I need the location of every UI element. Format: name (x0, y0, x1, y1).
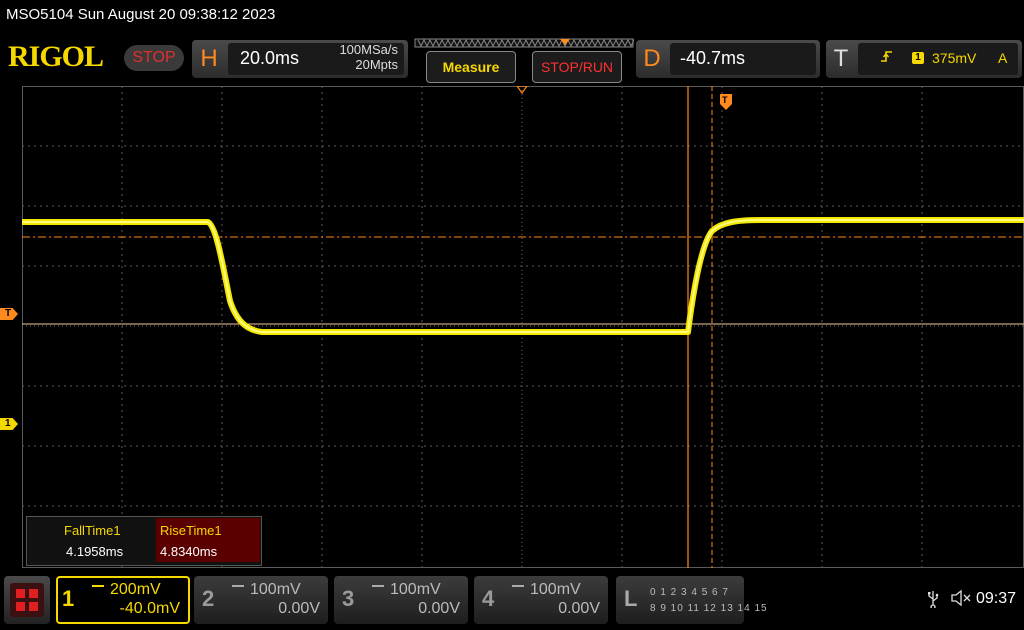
channel-1-scale: 200mV (110, 581, 161, 598)
graticule-border (22, 86, 1024, 568)
main-menu-button[interactable] (4, 576, 50, 624)
measure-button[interactable]: Measure (426, 51, 516, 83)
sample-rate: 100MSa/s (339, 42, 398, 57)
trigger-source-badge: 1 (912, 52, 924, 64)
graticule-center (22, 86, 1024, 568)
stop-run-button[interactable]: STOP/RUN (532, 51, 622, 83)
fall-time-label: FallTime1 (64, 523, 121, 538)
system-clock: 09:37 (976, 590, 1017, 607)
channel-1-offset: -40.0mV (119, 600, 180, 617)
rigol-logo: RIGOL (8, 40, 104, 73)
dc-coupling-icon (92, 585, 104, 593)
graticule (22, 86, 1024, 568)
trigger-mode: A (998, 50, 1008, 66)
trigger-position-marker (516, 86, 528, 95)
rising-edge-icon (880, 49, 894, 70)
channel-4-number: 4 (482, 586, 495, 611)
channel-2-number: 2 (202, 586, 215, 611)
ch1-offset-marker[interactable]: 1 (0, 418, 18, 430)
delay-marker: T (720, 94, 732, 110)
horizontal-label: H (200, 45, 218, 72)
run-status-badge: STOP (124, 45, 184, 71)
memory-position-bar (414, 38, 634, 48)
grid-menu-icon (10, 583, 44, 617)
svg-text:T: T (722, 95, 728, 105)
channel-3-offset: 0.00V (418, 600, 460, 617)
channel-4-scale: 100mV (530, 581, 581, 598)
channel-2-scale: 100mV (250, 581, 301, 598)
channel-4-offset: 0.00V (558, 600, 600, 617)
dc-coupling-icon (232, 585, 244, 593)
logic-channels-row2: 8 9 10 11 12 13 14 15 (650, 603, 768, 614)
dc-coupling-icon (372, 585, 384, 593)
delay-value: -40.7ms (680, 48, 746, 68)
channel-3-number: 3 (342, 586, 355, 611)
trigger-level: 375mV (932, 50, 977, 66)
fall-time-value: 4.1958ms (66, 544, 124, 559)
logic-label: L (624, 586, 638, 611)
channel-2-offset: 0.00V (278, 600, 320, 617)
usb-icon (926, 590, 940, 612)
trigger-level-marker[interactable]: T (0, 308, 18, 320)
device-title: MSO5104 Sun August 20 09:38:12 2023 (6, 6, 276, 23)
trigger-label: T (833, 45, 849, 72)
rise-time-value: 4.8340ms (160, 544, 218, 559)
channel-1-number: 1 (62, 586, 75, 611)
delay-label: D (643, 45, 661, 72)
logic-channels-row1: 0 1 2 3 4 5 6 7 (650, 587, 729, 598)
channel-3-scale: 100mV (390, 581, 441, 598)
horizontal-scale: 20.0ms (240, 48, 300, 68)
speaker-mute-icon[interactable] (950, 589, 972, 611)
sample-info: 100MSa/s 20Mpts (318, 42, 398, 72)
rise-time-label: RiseTime1 (160, 523, 222, 538)
dc-coupling-icon (512, 585, 524, 593)
memory-depth: 20Mpts (355, 57, 398, 72)
waveform-display[interactable]: T (22, 86, 1024, 568)
